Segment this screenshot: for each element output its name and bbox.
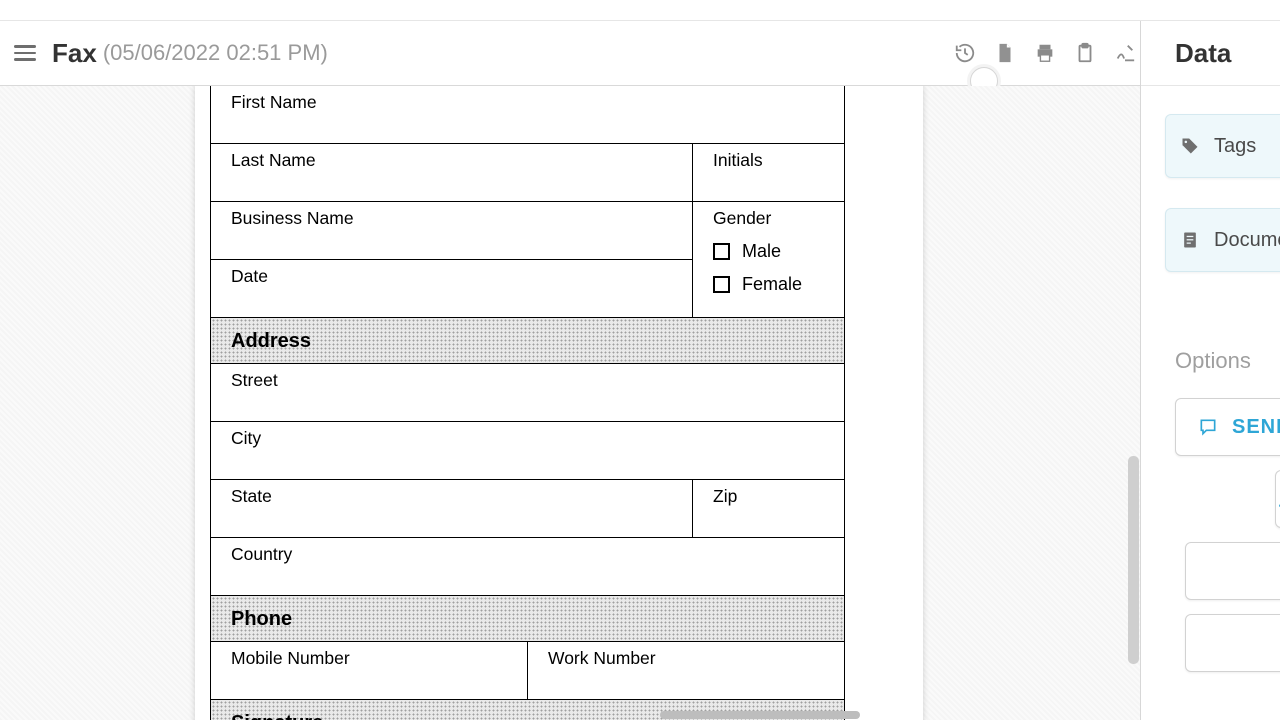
section-phone: Phone xyxy=(211,596,845,642)
chat-icon xyxy=(1198,417,1218,437)
field-state[interactable]: State xyxy=(211,480,693,538)
checkbox-female-row[interactable]: Female xyxy=(713,274,824,295)
field-last-name[interactable]: Last Name xyxy=(211,144,693,202)
sign-icon[interactable] xyxy=(1112,40,1138,66)
options-heading: Options xyxy=(1175,348,1280,374)
document-date: (05/06/2022 02:51 PM) xyxy=(103,40,328,66)
field-gender: Gender Male Female xyxy=(693,202,845,318)
right-panel-title: Data xyxy=(1175,38,1231,69)
clipboard-icon[interactable] xyxy=(1072,40,1098,66)
field-first-name[interactable]: First Name xyxy=(211,86,845,144)
field-date[interactable]: Date xyxy=(211,260,693,318)
download-button[interactable] xyxy=(1275,470,1280,528)
document-icon xyxy=(1180,230,1200,250)
vertical-scrollbar[interactable] xyxy=(1128,456,1139,664)
field-initials[interactable]: Initials xyxy=(693,144,845,202)
document-title: Fax xyxy=(52,38,97,69)
tab-tags-label: Tags xyxy=(1214,135,1256,158)
download-icon xyxy=(1275,489,1280,509)
option-button-4[interactable] xyxy=(1185,614,1280,672)
file-icon[interactable] xyxy=(992,40,1018,66)
section-address: Address xyxy=(211,318,845,364)
gender-label: Gender xyxy=(713,208,771,228)
top-strip xyxy=(0,0,1280,21)
checkbox-male[interactable] xyxy=(713,243,730,260)
menu-button[interactable] xyxy=(14,39,42,67)
tab-tags[interactable]: Tags xyxy=(1165,114,1280,178)
field-mobile[interactable]: Mobile Number xyxy=(211,642,528,700)
checkbox-male-row[interactable]: Male xyxy=(713,241,824,262)
tab-documents-label: Documents xyxy=(1214,229,1280,252)
field-city[interactable]: City xyxy=(211,422,845,480)
send-button[interactable]: SEND xyxy=(1175,398,1280,456)
form-table: First Name Last Name Initials Business N… xyxy=(210,86,845,720)
send-label: SEND xyxy=(1232,416,1280,439)
history-icon[interactable] xyxy=(952,40,978,66)
document-stage: First Name Last Name Initials Business N… xyxy=(0,86,1140,720)
right-panel: Data Tags Documents Options SEND xyxy=(1140,21,1280,720)
tab-documents[interactable]: Documents xyxy=(1165,208,1280,272)
field-street[interactable]: Street xyxy=(211,364,845,422)
horizontal-scrollbar[interactable] xyxy=(660,711,860,719)
checkbox-female[interactable] xyxy=(713,276,730,293)
field-zip[interactable]: Zip xyxy=(693,480,845,538)
field-work[interactable]: Work Number xyxy=(528,642,845,700)
male-label: Male xyxy=(742,241,781,262)
right-panel-header: Data xyxy=(1141,21,1280,86)
field-business-name[interactable]: Business Name xyxy=(211,202,693,260)
option-button-3[interactable] xyxy=(1185,542,1280,600)
document-header: Fax (05/06/2022 02:51 PM) xyxy=(0,21,1280,86)
tag-icon xyxy=(1180,136,1200,156)
print-icon[interactable] xyxy=(1032,40,1058,66)
female-label: Female xyxy=(742,274,802,295)
field-country[interactable]: Country xyxy=(211,538,845,596)
document-page: First Name Last Name Initials Business N… xyxy=(195,86,923,720)
